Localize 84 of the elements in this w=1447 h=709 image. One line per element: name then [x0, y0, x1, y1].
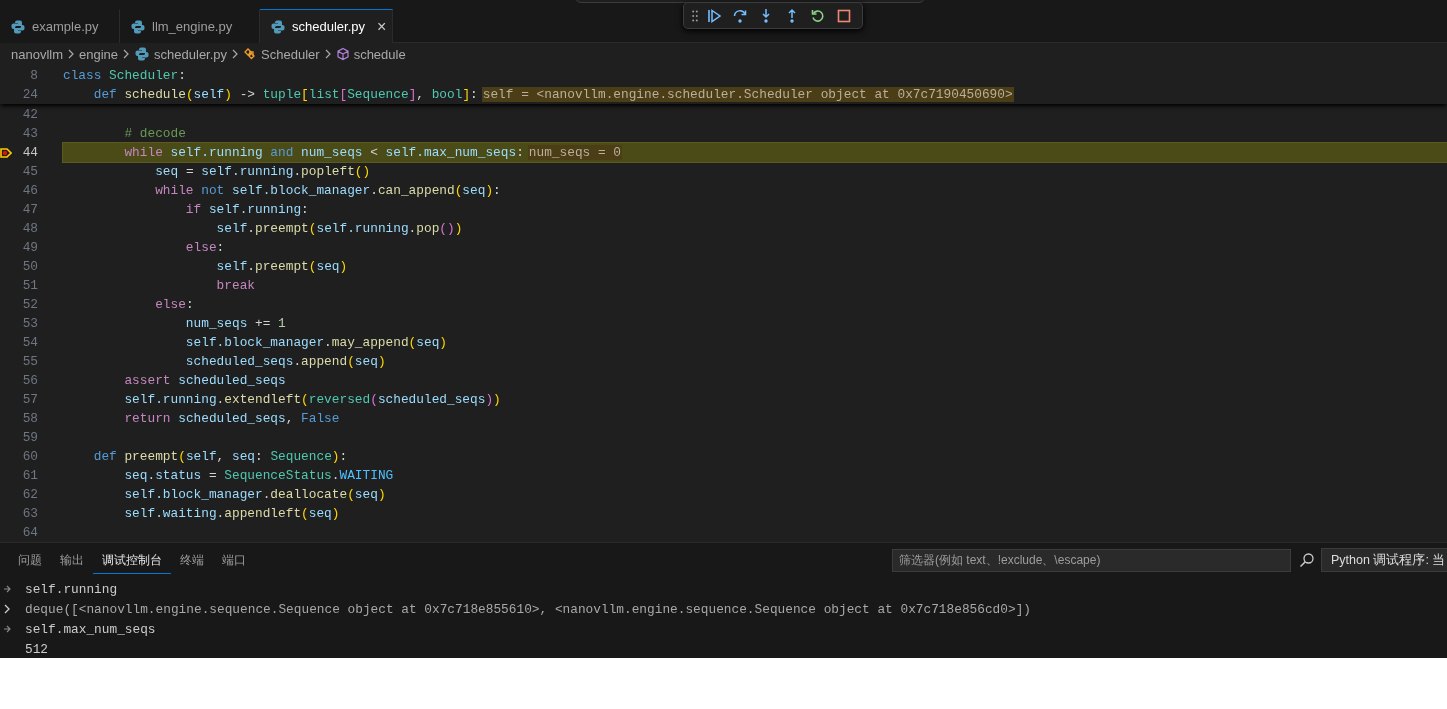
- line-number: 52: [21, 297, 38, 312]
- line-number: 49: [21, 240, 38, 255]
- drag-handle-icon[interactable]: [692, 9, 698, 22]
- code-line: self.preempt(self.running.pop()): [215, 221, 463, 236]
- command-text: self.running: [25, 581, 118, 597]
- line-number: 43: [21, 126, 38, 141]
- code-line: seq.status = SequenceStatus.WAITING: [123, 468, 394, 483]
- line-number: 50: [21, 259, 38, 274]
- current-line-arrow-icon: [0, 146, 12, 159]
- code-line: def preempt(self, seq: Sequence):: [92, 449, 348, 464]
- code-line: seq = self.running.popleft(): [154, 164, 371, 179]
- search-icon[interactable]: [1299, 552, 1315, 568]
- code-line: self.waiting.appendleft(seq): [123, 506, 340, 521]
- code-line: else:: [154, 297, 194, 312]
- line-number: 59: [21, 430, 38, 445]
- continue-icon: [706, 7, 722, 24]
- panel-tab[interactable]: 调试控制台: [93, 546, 171, 574]
- code-line: class Scheduler:: [63, 68, 186, 83]
- code-line: return scheduled_seqs, False: [123, 411, 340, 426]
- filter-field[interactable]: 筛选器(例如 text、!exclude、\escape): [892, 548, 1291, 572]
- code-line: self.preempt(seq): [215, 259, 348, 274]
- line-number: 58: [21, 411, 38, 426]
- line-number: 48: [21, 221, 38, 236]
- code-line: while not self.block_manager.can_append(seq):: [154, 183, 501, 198]
- line-number: 44: [21, 145, 38, 160]
- line-number: 57: [21, 392, 38, 407]
- python-file-icon: [134, 46, 151, 62]
- line-number: 55: [21, 354, 38, 369]
- code-line: def schedule(self) -> tuple[list[Sequence], bool]:: [92, 87, 478, 102]
- line-number: 8: [29, 68, 38, 83]
- code-line: else:: [184, 240, 225, 255]
- debug-session-dropdown[interactable]: Python 调试程序: 当: [1321, 548, 1447, 572]
- python-file-icon: [130, 18, 146, 35]
- line-number: 53: [21, 316, 38, 331]
- python-file-icon: [270, 18, 286, 35]
- line-number: 60: [21, 449, 38, 464]
- step-over-icon: [732, 7, 748, 24]
- restart-icon: [810, 7, 826, 24]
- code-line: # decode: [123, 126, 186, 141]
- line-number: 51: [21, 278, 38, 293]
- cube-icon: [335, 47, 350, 61]
- chevron-right-icon[interactable]: [2, 603, 12, 615]
- code-line: num_seqs += 1: [184, 316, 286, 331]
- breadcrumb-item[interactable]: scheduler.py: [134, 46, 228, 62]
- breadcrumb-item[interactable]: nanovllm: [11, 46, 64, 62]
- code-line: self.running.extendleft(reversed(scheduled_seqs)): [123, 392, 501, 407]
- breadcrumb-item[interactable]: schedule: [335, 46, 406, 62]
- line-number: 24: [21, 87, 38, 102]
- command-text: self.max_num_seqs: [25, 621, 156, 637]
- code-line: break: [215, 278, 255, 293]
- code-line: self.block_manager.deallocate(seq): [123, 487, 386, 502]
- code-line: self.block_manager.may_append(seq): [184, 335, 447, 350]
- code-line: if self.running:: [184, 202, 309, 217]
- line-number: 61: [21, 468, 38, 483]
- inline-value: self = <nanovllm.engine.scheduler.Scheduler object at 0x7c7190450690>: [481, 87, 1014, 102]
- line-number: 54: [21, 335, 38, 350]
- code-line: assert scheduled_seqs: [123, 373, 286, 388]
- editor-tab[interactable]: scheduler.py ×: [260, 9, 393, 43]
- line-number: 46: [21, 183, 38, 198]
- breadcrumb-item[interactable]: Scheduler: [243, 46, 320, 62]
- line-number: 47: [21, 202, 38, 217]
- line-number: 42: [21, 107, 38, 122]
- python-file-icon: [10, 18, 26, 35]
- panel-tab[interactable]: 问题: [9, 546, 51, 574]
- breadcrumb-item[interactable]: engine: [79, 46, 119, 62]
- line-number: 62: [21, 487, 38, 502]
- line-number: 45: [21, 164, 38, 179]
- panel-tab[interactable]: 终端: [171, 546, 213, 574]
- stop-icon: [836, 7, 852, 24]
- close-icon[interactable]: ×: [377, 18, 387, 35]
- code-line: scheduled_seqs.append(seq): [184, 354, 386, 369]
- panel-tab[interactable]: 端口: [213, 546, 255, 574]
- result-text: deque([<nanovllm.engine.sequence.Sequence object at 0x7c718e855610>, <nanovllm.engine.sequence.Sequence object at 0x7c718e856cd0>]): [25, 601, 1031, 617]
- inline-value: num_seqs = 0: [527, 145, 622, 160]
- input-arrow-icon: [2, 624, 12, 634]
- line-number: 56: [21, 373, 38, 388]
- editor-tab[interactable]: example.py: [0, 9, 120, 43]
- line-number: 64: [21, 525, 38, 540]
- input-arrow-icon: [2, 584, 12, 594]
- result-text: 512: [25, 641, 49, 657]
- line-number: 63: [21, 506, 38, 521]
- editor-tab[interactable]: llm_engine.py: [120, 9, 260, 43]
- panel-tab[interactable]: 输出: [51, 546, 93, 574]
- code-line: while self.running and num_seqs < self.max_num_seqs:: [123, 145, 524, 160]
